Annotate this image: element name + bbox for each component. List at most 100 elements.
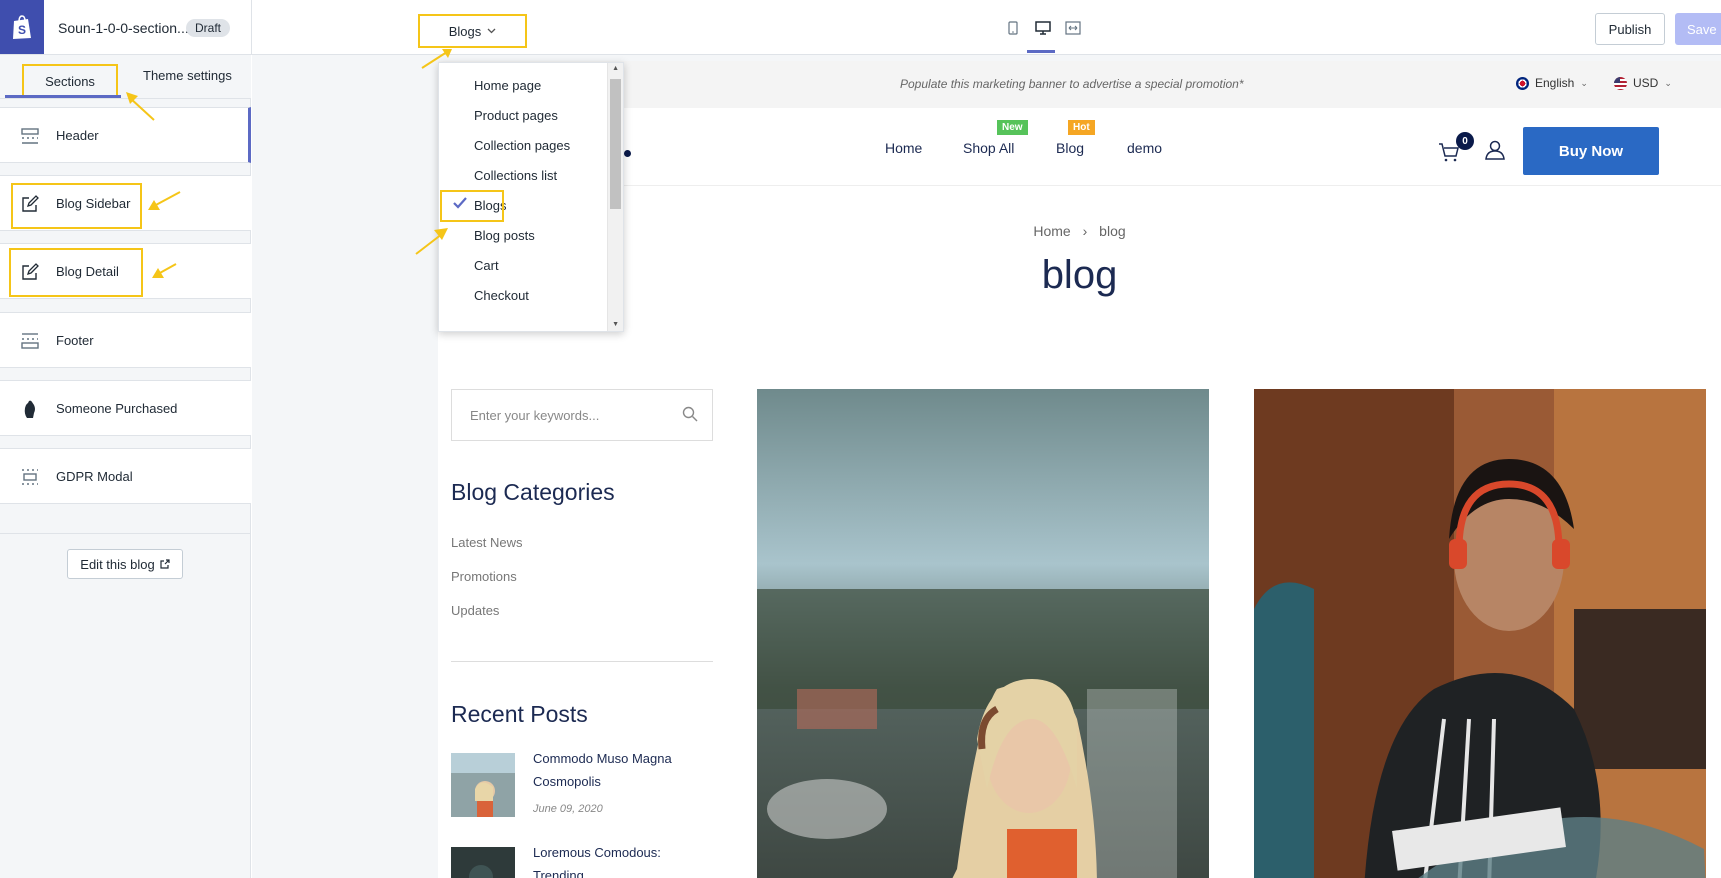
- chevron-down-icon: [487, 28, 496, 34]
- nav-link-shop-all[interactable]: Shop All: [963, 140, 1014, 156]
- desktop-view-icon[interactable]: [1035, 20, 1051, 36]
- dropdown-item-cart[interactable]: Cart: [474, 258, 499, 273]
- buy-now-button[interactable]: Buy Now: [1523, 127, 1659, 175]
- blog-post-image[interactable]: [757, 389, 1209, 878]
- topbar-divider: [251, 0, 252, 55]
- section-item-label: Header: [56, 127, 99, 143]
- shopify-bag-icon: S: [13, 15, 31, 39]
- section-item-label: Someone Purchased: [56, 400, 178, 416]
- annotation-arrow-icon: [415, 228, 448, 255]
- recent-post-title[interactable]: Loremous Comodous: Trending: [533, 841, 703, 878]
- blog-post-image[interactable]: [1254, 389, 1706, 878]
- annotation-arrow-icon: [148, 191, 181, 210]
- hand-icon: [20, 399, 40, 419]
- highlight-blog-detail: [9, 248, 143, 297]
- shopify-logo[interactable]: S: [0, 0, 44, 54]
- currency-label: USD: [1633, 76, 1659, 90]
- mobile-view-icon[interactable]: [1005, 20, 1021, 36]
- scroll-down-icon[interactable]: ▼: [612, 321, 619, 328]
- announcement-text: Populate this marketing banner to advert…: [900, 77, 1244, 91]
- highlight-blog-sidebar: [11, 183, 142, 229]
- draft-badge: Draft: [186, 19, 231, 37]
- save-button[interactable]: Save: [1675, 13, 1721, 45]
- category-link[interactable]: Promotions: [451, 569, 517, 584]
- tab-active-indicator: [5, 95, 121, 98]
- svg-text:S: S: [18, 23, 26, 37]
- recent-post-title[interactable]: Commodo Muso Magna Cosmopolis: [533, 747, 703, 793]
- dropdown-item-home-page[interactable]: Home page: [474, 78, 541, 93]
- edit-this-blog-button[interactable]: Edit this blog: [67, 549, 183, 579]
- sidebar-divider: [0, 533, 251, 534]
- tab-sections[interactable]: Sections: [22, 64, 118, 98]
- footer-section-icon: [20, 331, 40, 351]
- blog-categories-title: Blog Categories: [451, 479, 615, 505]
- edit-this-blog-label: Edit this blog: [80, 556, 155, 572]
- nav-link-blog[interactable]: Blog: [1056, 140, 1084, 156]
- dropdown-item-checkout[interactable]: Checkout: [474, 288, 529, 303]
- breadcrumb: Home › blog: [438, 223, 1721, 239]
- category-link[interactable]: Latest News: [451, 535, 523, 550]
- template-select[interactable]: Blogs: [418, 14, 527, 48]
- announcement-bar: Populate this marketing banner to advert…: [438, 61, 1721, 108]
- nav-link-demo[interactable]: demo: [1127, 140, 1162, 156]
- breadcrumb-home[interactable]: Home: [1033, 223, 1070, 239]
- search-placeholder: Enter your keywords...: [470, 407, 600, 423]
- cart-count-badge: 0: [1456, 132, 1474, 150]
- recent-post-thumbnail[interactable]: [451, 753, 515, 817]
- section-item-label: Footer: [56, 332, 94, 348]
- account-icon[interactable]: [1485, 140, 1505, 165]
- annotation-arrow-icon: [126, 92, 155, 121]
- dropdown-scrollbar[interactable]: ▲ ▼: [607, 63, 623, 331]
- tab-theme-settings[interactable]: Theme settings: [143, 68, 232, 83]
- category-link[interactable]: Updates: [451, 603, 499, 618]
- language-label: English: [1535, 76, 1575, 90]
- annotation-arrow-icon: [421, 49, 452, 69]
- template-dropdown-menu: Home page Product pages Collection pages…: [438, 62, 624, 332]
- section-item-someone-purchased[interactable]: Someone Purchased: [0, 380, 251, 436]
- search-icon[interactable]: [682, 406, 698, 425]
- recent-post-date: June 09, 2020: [533, 803, 603, 815]
- dropdown-item-product-pages[interactable]: Product pages: [474, 108, 558, 123]
- nav-badge-new: New: [997, 120, 1028, 135]
- fullscreen-view-icon[interactable]: [1065, 20, 1081, 36]
- external-link-icon: [160, 559, 170, 569]
- recent-post-thumbnail[interactable]: [451, 847, 515, 878]
- sections-sidebar: Sections Theme settings Header Blog Side…: [0, 55, 251, 878]
- nav-badge-hot: Hot: [1068, 120, 1095, 135]
- blog-search-input[interactable]: Enter your keywords...: [451, 389, 713, 441]
- dropdown-item-blog-posts[interactable]: Blog posts: [474, 228, 535, 243]
- highlight-blogs-option: [440, 190, 504, 222]
- modal-section-icon: [20, 467, 40, 487]
- uk-flag-icon: [1516, 76, 1529, 90]
- scroll-up-icon[interactable]: ▲: [612, 65, 619, 72]
- device-active-indicator: [1027, 50, 1055, 53]
- section-item-label: GDPR Modal: [56, 468, 133, 484]
- tab-sections-label: Sections: [45, 73, 95, 89]
- publish-button[interactable]: Publish: [1595, 13, 1665, 45]
- breadcrumb-current: blog: [1099, 223, 1126, 239]
- recent-posts-title: Recent Posts: [451, 701, 588, 727]
- language-selector[interactable]: English ⌄: [1516, 76, 1588, 90]
- dropdown-item-collection-pages[interactable]: Collection pages: [474, 138, 570, 153]
- header-section-icon: [20, 126, 40, 146]
- page-title: blog: [1041, 253, 1118, 297]
- annotation-arrow-icon: [152, 263, 177, 278]
- nav-link-home[interactable]: Home: [885, 140, 922, 156]
- template-select-label: Blogs: [448, 23, 482, 39]
- chevron-down-icon: ⌄: [1664, 77, 1672, 88]
- section-item-gdpr-modal[interactable]: GDPR Modal: [0, 448, 251, 504]
- store-header: Home Shop All New Blog Hot demo 0 Buy No…: [438, 108, 1721, 186]
- currency-selector[interactable]: USD ⌄: [1614, 76, 1672, 90]
- dropdown-item-collections-list[interactable]: Collections list: [474, 168, 557, 183]
- sidebar-divider: [451, 661, 713, 662]
- breadcrumb-separator: ›: [1082, 223, 1088, 239]
- us-flag-icon: [1614, 76, 1627, 90]
- device-switcher: [1005, 20, 1081, 36]
- store-logo-dot: [624, 150, 631, 157]
- section-item-footer[interactable]: Footer: [0, 312, 251, 368]
- storefront-preview: Populate this marketing banner to advert…: [438, 61, 1721, 878]
- scrollbar-thumb[interactable]: [610, 79, 621, 209]
- chevron-down-icon: ⌄: [1580, 77, 1588, 88]
- editor-topbar: S Soun-1-0-0-section... Draft Blogs Publ…: [0, 0, 1721, 55]
- theme-name: Soun-1-0-0-section...: [58, 20, 189, 36]
